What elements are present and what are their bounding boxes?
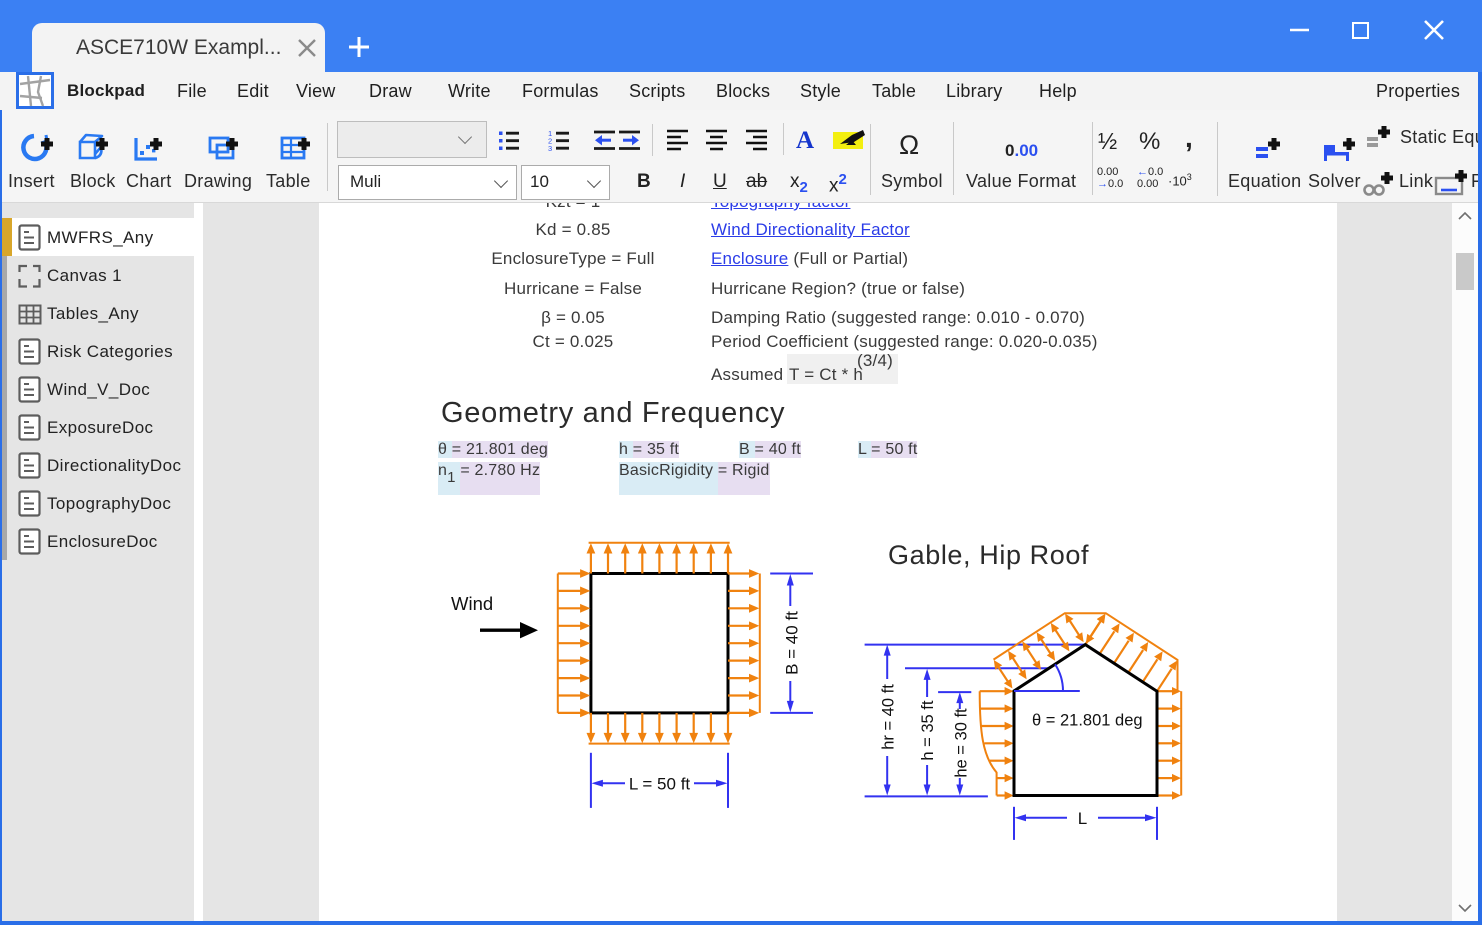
svg-text:L = 50 ft: L = 50 ft bbox=[629, 774, 691, 793]
svg-text:he = 30 ft: he = 30 ft bbox=[953, 708, 971, 778]
svg-text:θ = 21.801 deg: θ = 21.801 deg bbox=[1032, 712, 1143, 730]
svg-text:h = 35 ft: h = 35 ft bbox=[919, 700, 937, 761]
svg-text:hr = 40 ft: hr = 40 ft bbox=[880, 684, 898, 750]
svg-text:L: L bbox=[1078, 809, 1087, 828]
svg-text:B = 40 ft: B = 40 ft bbox=[783, 611, 802, 675]
svg-text:Wind: Wind bbox=[451, 593, 493, 614]
svg-text:3: 3 bbox=[548, 144, 552, 151]
